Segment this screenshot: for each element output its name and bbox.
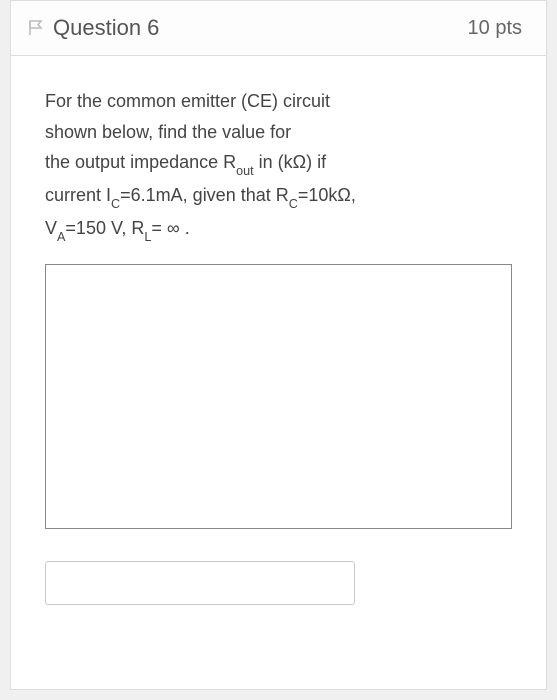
text-line3-a: the [45,152,75,172]
question-card: Question 6 10 pts For the common emitter… [10,0,547,690]
question-body: For the common emitter (CE) circuit show… [11,56,546,689]
text-line5-a: V [45,218,57,238]
flag-icon[interactable] [27,19,45,37]
text-line5-b: =150 V, R [65,218,144,238]
text-line5-sub2: L [144,230,151,244]
text-line3-sub: out [236,164,254,178]
text-line3-b: R [218,152,236,172]
text-line4-a: current I [45,185,111,205]
text-line4-c: =10kΩ, [298,185,356,205]
text-line3-c: in (kΩ) if [254,152,326,172]
text-line3-bold: output impedance [75,152,218,172]
text-line2: shown below, find the value for [45,122,291,142]
text-line4-sub2: C [289,197,298,211]
circuit-image-placeholder [45,264,512,529]
points-label: 10 pts [468,17,522,40]
text-line5-sub1: A [57,230,65,244]
question-text: For the common emitter (CE) circuit show… [45,86,512,246]
question-title: Question 6 [53,15,159,41]
question-header: Question 6 10 pts [11,1,546,56]
answer-input[interactable] [45,561,355,605]
text-line5-c: = ∞ . [151,218,189,238]
text-line4-b: =6.1mA, given that R [120,185,289,205]
text-line4-sub1: C [111,197,120,211]
header-left: Question 6 [27,15,159,41]
text-line1: For the common emitter (CE) circuit [45,91,330,111]
